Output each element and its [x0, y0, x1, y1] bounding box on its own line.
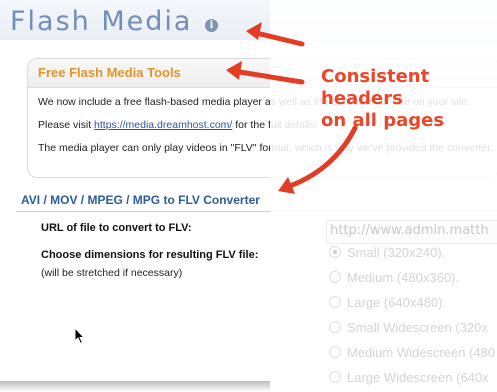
screenshot: Flash Media i Free Flash Media Tools We …	[0, 0, 497, 392]
annotation-line-2: on all pages	[321, 110, 445, 131]
arrowhead-icon	[226, 61, 242, 80]
annotation-text: Consistent headers on all pages	[321, 66, 497, 132]
arrow-to-converter-header	[281, 125, 358, 191]
mouse-cursor-icon	[74, 327, 86, 345]
annotation-line-1: Consistent headers	[321, 66, 430, 109]
arrowhead-icon	[246, 22, 262, 40]
arrow-to-title	[249, 29, 305, 47]
arrow-to-tools-header	[229, 68, 305, 85]
